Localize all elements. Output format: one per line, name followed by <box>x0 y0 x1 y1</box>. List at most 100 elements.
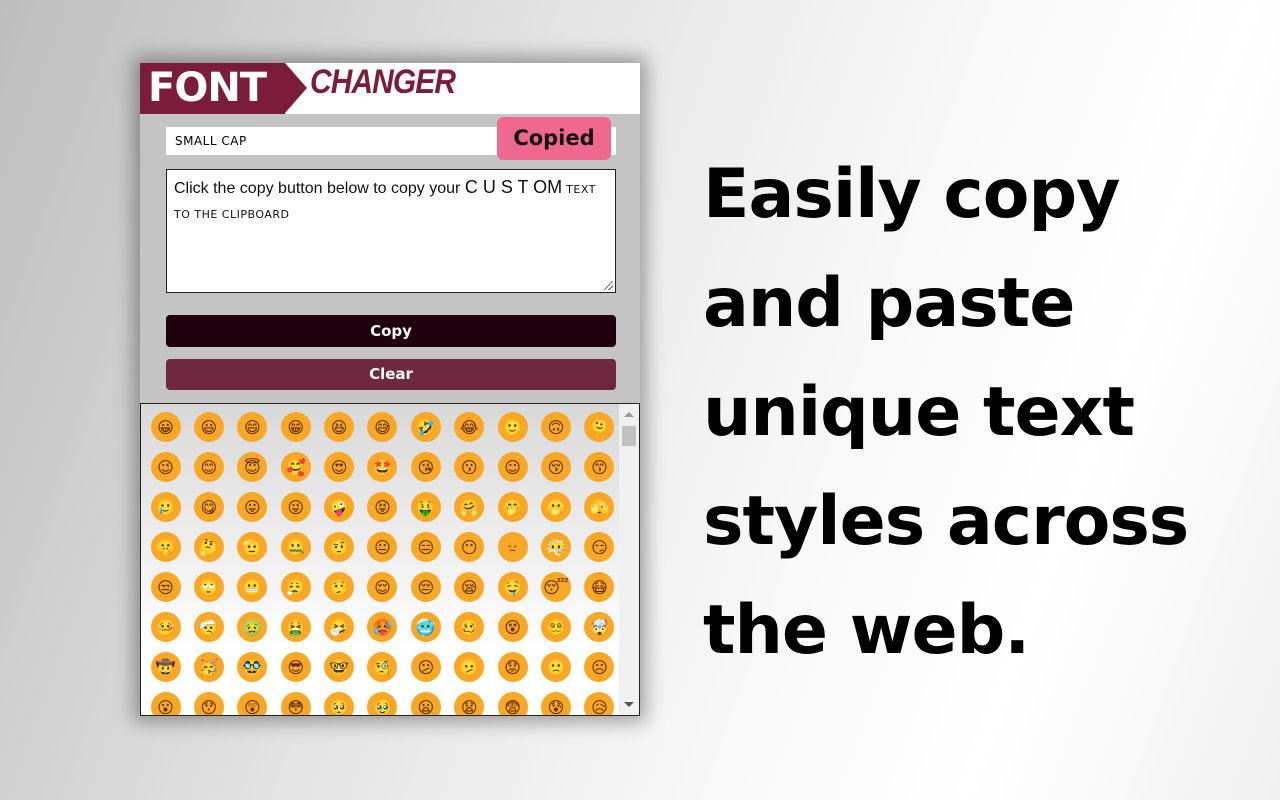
scroll-thumb[interactable] <box>622 426 636 446</box>
emoji-button[interactable]: 🤠 <box>144 647 187 687</box>
emoji-button[interactable]: ☺ <box>491 447 534 487</box>
scrollbar[interactable] <box>619 404 639 715</box>
emoji-button[interactable]: 🫢 <box>535 487 578 527</box>
emoji-button[interactable]: 😑 <box>404 527 447 567</box>
emoji-button[interactable]: 🫠 <box>578 407 621 447</box>
emoji-button[interactable]: 😝 <box>361 487 404 527</box>
emoji-button[interactable]: 😚 <box>535 447 578 487</box>
emoji-button[interactable]: 🙁 <box>535 647 578 687</box>
emoji-button[interactable]: 😟 <box>491 647 534 687</box>
emoji-button[interactable]: 😗 <box>448 447 491 487</box>
emoji-button[interactable]: 🧐 <box>361 647 404 687</box>
emoji-button[interactable]: 😍 <box>318 447 361 487</box>
emoji-button[interactable]: 😵 <box>491 607 534 647</box>
emoji-button[interactable]: 😕 <box>404 647 447 687</box>
emoji-button[interactable]: 🤐 <box>274 527 317 567</box>
clear-button[interactable]: Clear <box>166 359 616 390</box>
emoji-button[interactable]: 😙 <box>578 447 621 487</box>
emoji-button[interactable]: 😴 <box>535 567 578 607</box>
emoji-button[interactable]: 🤑 <box>404 487 447 527</box>
emoji-button[interactable]: 🫥 <box>491 527 534 567</box>
emoji-button[interactable]: 🤢 <box>231 607 274 647</box>
emoji-button[interactable]: 😋 <box>187 487 230 527</box>
emoji-button[interactable]: 😶 <box>448 527 491 567</box>
emoji-button[interactable]: 😔 <box>404 567 447 607</box>
emoji-button[interactable]: 😉 <box>144 447 187 487</box>
emoji-button[interactable]: 🥺 <box>318 687 361 715</box>
emoji-button[interactable]: 😂 <box>448 407 491 447</box>
emoji-button[interactable]: 😶‍🌫️ <box>535 527 578 567</box>
emoji-button[interactable]: 😆 <box>318 407 361 447</box>
emoji-button[interactable]: 😁 <box>274 407 317 447</box>
emoji-button[interactable]: 🤯 <box>578 607 621 647</box>
emoji-button[interactable]: 🤪 <box>318 487 361 527</box>
resize-handle[interactable] <box>604 281 613 290</box>
emoji-icon: 😌 <box>367 572 398 602</box>
emoji-button[interactable]: 😷 <box>578 567 621 607</box>
emoji-button[interactable]: 🤗 <box>448 487 491 527</box>
emoji-button[interactable]: 😯 <box>187 687 230 715</box>
emoji-icon: 🤭 <box>497 492 528 522</box>
emoji-button[interactable]: 😃 <box>187 407 230 447</box>
emoji-button[interactable]: 😳 <box>274 687 317 715</box>
emoji-button[interactable]: 😌 <box>361 567 404 607</box>
emoji-button[interactable]: 🤭 <box>491 487 534 527</box>
emoji-button[interactable]: 😀 <box>144 407 187 447</box>
emoji-button[interactable]: 🤥 <box>318 567 361 607</box>
emoji-button[interactable]: 😐 <box>361 527 404 567</box>
emoji-button[interactable]: 😎 <box>274 647 317 687</box>
emoji-button[interactable]: 😧 <box>448 687 491 715</box>
emoji-button[interactable]: 😏 <box>578 527 621 567</box>
emoji-button[interactable]: 😦 <box>404 687 447 715</box>
emoji-button[interactable]: 😮‍💨 <box>274 567 317 607</box>
emoji-button[interactable]: 🤣 <box>404 407 447 447</box>
emoji-button[interactable]: 🫡 <box>231 527 274 567</box>
emoji-button[interactable]: 😰 <box>535 687 578 715</box>
emoji-button[interactable]: 🤨 <box>318 527 361 567</box>
emoji-button[interactable]: 😨 <box>491 687 534 715</box>
scroll-down-arrow-icon[interactable] <box>624 702 634 707</box>
emoji-button[interactable]: 🤫 <box>144 527 187 567</box>
emoji-button[interactable]: 🤓 <box>318 647 361 687</box>
emoji-icon: 😧 <box>454 692 485 715</box>
emoji-button[interactable]: 😜 <box>274 487 317 527</box>
emoji-button[interactable]: 🥶 <box>404 607 447 647</box>
emoji-button[interactable]: 😛 <box>231 487 274 527</box>
emoji-button[interactable]: 😇 <box>231 447 274 487</box>
emoji-button[interactable]: 🤒 <box>144 607 187 647</box>
emoji-button[interactable]: 🤧 <box>318 607 361 647</box>
emoji-button[interactable]: 😊 <box>187 447 230 487</box>
emoji-button[interactable]: 🙃 <box>535 407 578 447</box>
emoji-button[interactable]: 🙂 <box>491 407 534 447</box>
text-input[interactable]: Click the copy button below to copy your… <box>166 169 616 293</box>
emoji-button[interactable]: 🫤 <box>448 647 491 687</box>
emoji-button[interactable]: 🥸 <box>231 647 274 687</box>
scroll-up-arrow-icon[interactable] <box>624 412 634 417</box>
emoji-button[interactable]: 😪 <box>448 567 491 607</box>
emoji-button[interactable]: 🥹 <box>361 687 404 715</box>
emoji-button[interactable]: 🤮 <box>274 607 317 647</box>
emoji-button[interactable]: 🤤 <box>491 567 534 607</box>
emoji-button[interactable]: 🫣 <box>578 487 621 527</box>
emoji-button[interactable]: 😘 <box>404 447 447 487</box>
emoji-button[interactable]: 😅 <box>361 407 404 447</box>
emoji-button[interactable]: 😮 <box>144 687 187 715</box>
emoji-button[interactable]: 🤩 <box>361 447 404 487</box>
emoji-button[interactable]: 🥴 <box>448 607 491 647</box>
emoji-button[interactable]: 🤔 <box>187 527 230 567</box>
emoji-button[interactable]: 😬 <box>231 567 274 607</box>
emoji-button[interactable]: 😄 <box>231 407 274 447</box>
emoji-button[interactable]: 😲 <box>231 687 274 715</box>
emoji-button[interactable]: 😵‍💫 <box>535 607 578 647</box>
emoji-button[interactable]: 🥲 <box>144 487 187 527</box>
copy-button[interactable]: Copy <box>166 315 616 347</box>
emoji-icon: 🙃 <box>541 412 572 442</box>
emoji-button[interactable]: 🥰 <box>274 447 317 487</box>
emoji-button[interactable]: ☹ <box>578 647 621 687</box>
emoji-button[interactable]: 🙄 <box>187 567 230 607</box>
emoji-button[interactable]: 😥 <box>578 687 621 715</box>
emoji-button[interactable]: 🤕 <box>187 607 230 647</box>
emoji-button[interactable]: 🥳 <box>187 647 230 687</box>
emoji-button[interactable]: 😒 <box>144 567 187 607</box>
emoji-button[interactable]: 🥵 <box>361 607 404 647</box>
